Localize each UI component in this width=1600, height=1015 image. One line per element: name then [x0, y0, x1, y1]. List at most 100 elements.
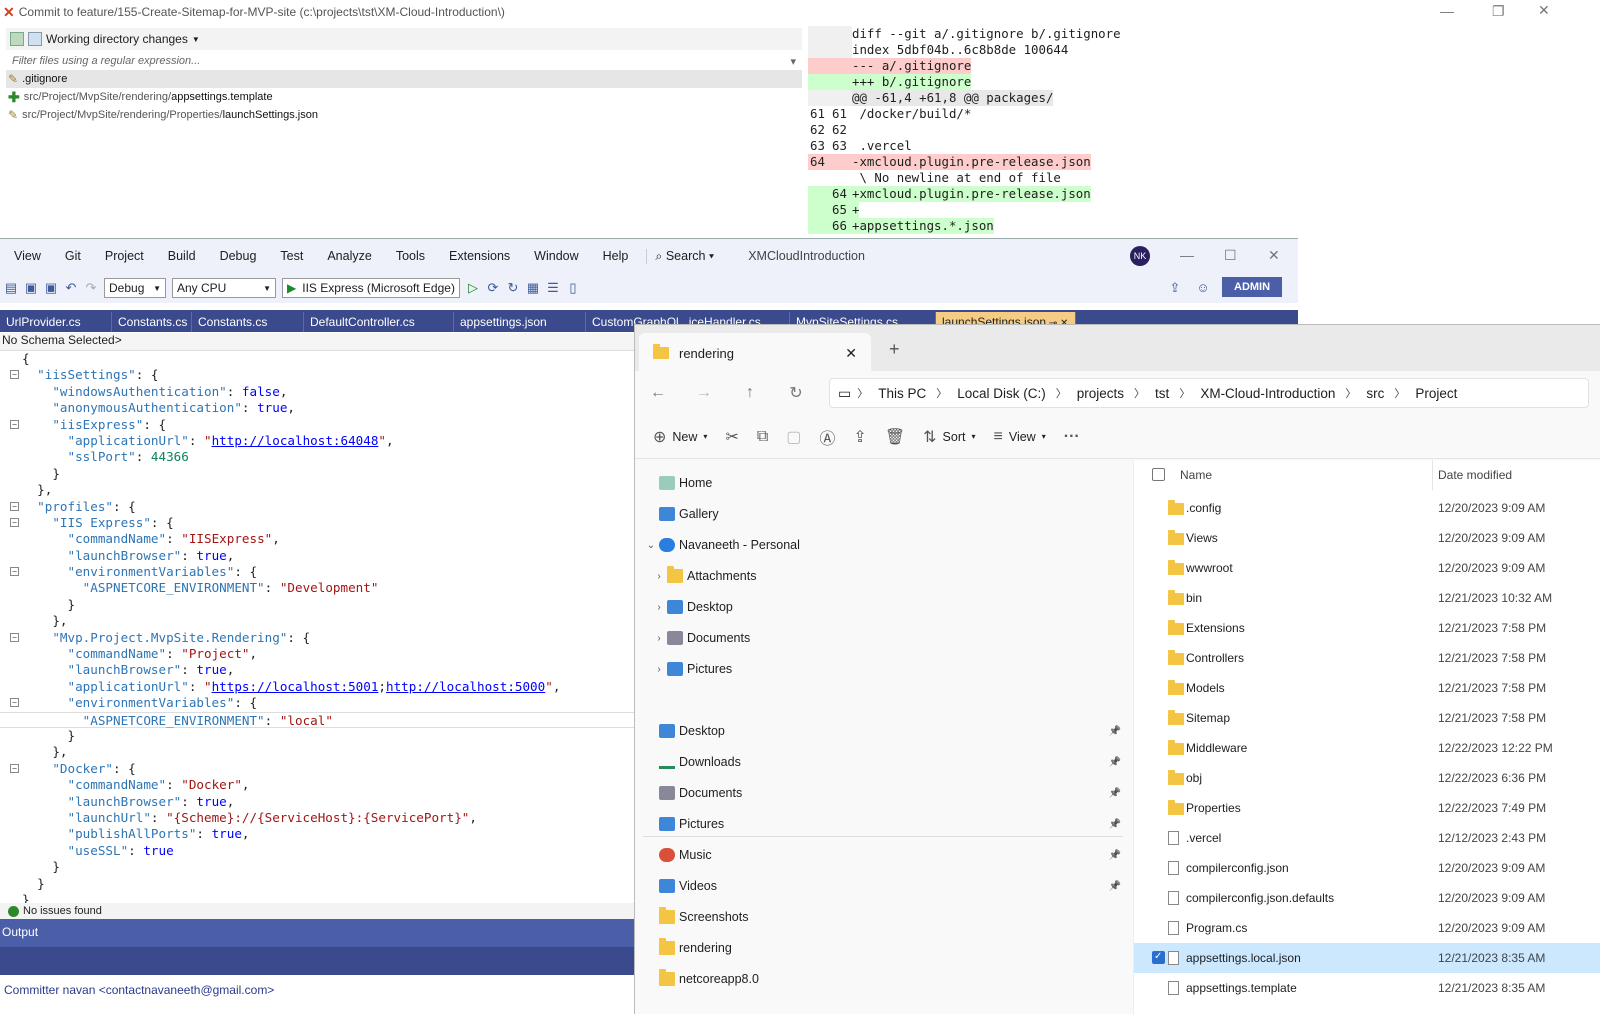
vs-minimize-icon[interactable]: — — [1180, 247, 1194, 263]
feedback-icon[interactable]: ☺ — [1196, 281, 1210, 295]
minimize-icon[interactable]: — — [1440, 3, 1454, 19]
expand-icon[interactable]: › — [651, 633, 667, 644]
menu-item-window[interactable]: Window — [520, 249, 588, 263]
undo-icon[interactable]: ↶ — [64, 281, 78, 295]
changed-file-row[interactable]: ✚ src/Project/MvpSite/rendering/appsettin… — [6, 88, 802, 106]
vs-maximize-icon[interactable]: ☐ — [1224, 247, 1237, 264]
paste-icon[interactable]: ▢ — [786, 427, 801, 447]
nav-item-documents[interactable]: › Documents — [635, 623, 1125, 653]
file-row[interactable]: appsettings.template 12/21/2023 8:35 AM — [1134, 973, 1600, 1003]
diff-viewer[interactable]: diff --git a/.gitignore b/.gitignore inde… — [808, 26, 1600, 246]
code-editor[interactable]: { "iisSettings": {− "windowsAuthenticati… — [0, 351, 640, 907]
forward-icon[interactable]: → — [681, 384, 727, 402]
more-icon[interactable]: ··· — [1064, 428, 1080, 446]
breadcrumb-item[interactable]: Local Disk (C:) — [947, 386, 1056, 401]
expand-icon[interactable]: › — [651, 571, 667, 582]
redo-icon[interactable]: ↷ — [84, 281, 98, 295]
avatar[interactable]: NK — [1130, 246, 1150, 266]
quick-access-videos[interactable]: Videos 📌 — [635, 871, 1125, 901]
file-row[interactable]: Program.cs 12/20/2023 9:09 AM — [1134, 913, 1600, 943]
new-button[interactable]: ⊕ New ▾ — [653, 427, 707, 447]
new-tab-icon[interactable]: + — [889, 339, 900, 360]
tab-constants-cs[interactable]: Constants.cs — [112, 312, 192, 332]
bookmark-icon[interactable]: ▯ — [566, 281, 580, 295]
refresh-icon[interactable]: ↻ — [773, 383, 819, 403]
breadcrumb[interactable]: ▭ 〉 This PC 〉 Local Disk (C:) 〉 projects 〉 tst 〉… — [829, 378, 1589, 408]
pin-icon[interactable]: 📌 — [1109, 726, 1121, 737]
quick-access-screenshots[interactable]: Screenshots — [635, 902, 1125, 932]
expand-icon[interactable]: ⌄ — [643, 540, 659, 551]
share-icon[interactable]: ⇪ — [853, 427, 866, 447]
breadcrumb-item[interactable]: projects — [1067, 386, 1134, 401]
filter-files-input[interactable]: Filter files using a regular expression.… — [6, 52, 802, 70]
collapse-icon[interactable]: − — [10, 567, 19, 577]
nav-item-gallery[interactable]: Gallery — [635, 499, 1125, 529]
file-row[interactable]: Properties 12/22/2023 7:49 PM — [1134, 793, 1600, 823]
save-all-icon[interactable]: ▣ — [44, 281, 58, 295]
menu-item-help[interactable]: Help — [589, 249, 639, 263]
start-without-debugging-icon[interactable]: ▷ — [466, 281, 480, 295]
expand-icon[interactable]: › — [651, 602, 667, 613]
collapse-icon[interactable]: − — [10, 698, 19, 708]
breadcrumb-item[interactable]: src — [1356, 386, 1394, 401]
file-row[interactable]: ✓ appsettings.local.json 12/21/2023 8:35 A… — [1134, 943, 1600, 973]
output-panel-header[interactable]: Output — [0, 919, 640, 947]
collapse-icon[interactable]: − — [10, 370, 19, 380]
configuration-select[interactable]: Debug ▼ — [104, 278, 166, 298]
working-changes-dropdown[interactable]: Working directory changes — [46, 32, 188, 46]
explorer-tab[interactable]: rendering ✕ — [639, 333, 871, 373]
nav-item-pictures[interactable]: › Pictures — [635, 654, 1125, 684]
file-row[interactable]: wwwroot 12/20/2023 9:09 AM — [1134, 553, 1600, 583]
file-row[interactable]: .vercel 12/12/2023 2:43 PM — [1134, 823, 1600, 853]
changed-file-row[interactable]: ✎ .gitignore — [6, 70, 802, 88]
collapse-icon[interactable]: − — [10, 632, 19, 642]
file-row[interactable]: bin 12/21/2023 10:32 AM — [1134, 583, 1600, 613]
tab-urlprovider-cs[interactable]: UrlProvider.cs — [0, 312, 112, 332]
file-row[interactable]: compilerconfig.json.defaults 12/20/2023 9… — [1134, 883, 1600, 913]
pin-icon[interactable]: 📌 — [1109, 757, 1121, 768]
file-row[interactable]: Views 12/20/2023 9:09 AM — [1134, 523, 1600, 553]
close-tab-icon[interactable]: ✕ — [845, 345, 857, 362]
delete-icon[interactable]: 🗑 — [885, 427, 905, 447]
collapse-icon[interactable]: − — [10, 517, 19, 527]
share-icon[interactable]: ⇪ — [1168, 281, 1182, 295]
breadcrumb-item[interactable]: XM-Cloud-Introduction — [1190, 386, 1345, 401]
select-all-checkbox[interactable] — [1152, 468, 1165, 481]
pin-icon[interactable]: 📌 — [1109, 850, 1121, 861]
quick-access-netcoreapp8-0[interactable]: netcoreapp8.0 — [635, 964, 1125, 994]
expand-icon[interactable]: › — [651, 664, 667, 675]
menu-item-test[interactable]: Test — [266, 249, 313, 263]
restore-icon[interactable]: ❐ — [1492, 3, 1505, 20]
quick-access-pictures[interactable]: Pictures 📌 — [635, 809, 1125, 839]
view-button[interactable]: ≡ View ▾ — [994, 428, 1046, 446]
search-box[interactable]: ⌕ Search ▾ — [646, 248, 724, 264]
file-row[interactable]: .config 12/20/2023 9:09 AM — [1134, 493, 1600, 523]
file-row[interactable]: Models 12/21/2023 7:58 PM — [1134, 673, 1600, 703]
tab-defaultcontroller-cs[interactable]: DefaultController.cs — [304, 312, 454, 332]
file-row[interactable]: obj 12/22/2023 6:36 PM — [1134, 763, 1600, 793]
pin-icon[interactable]: 📌 — [1109, 788, 1121, 799]
sort-button[interactable]: ⇅ Sort ▾ — [923, 427, 975, 447]
toolbox-icon[interactable]: ▦ — [526, 281, 540, 295]
menu-item-analyze[interactable]: Analyze — [313, 249, 381, 263]
hot-reload-icon[interactable]: ⟳ — [486, 281, 500, 295]
menu-item-build[interactable]: Build — [154, 249, 206, 263]
schema-selector[interactable]: No Schema Selected> — [0, 333, 640, 351]
back-icon[interactable]: ← — [635, 384, 681, 402]
quick-access-downloads[interactable]: Downloads 📌 — [635, 747, 1125, 777]
menu-item-git[interactable]: Git — [51, 249, 91, 263]
menu-item-extensions[interactable]: Extensions — [435, 249, 520, 263]
breadcrumb-item[interactable]: tst — [1145, 386, 1179, 401]
quick-access-rendering[interactable]: rendering — [635, 933, 1125, 963]
file-row[interactable]: Sitemap 12/21/2023 7:58 PM — [1134, 703, 1600, 733]
rename-icon[interactable]: Ⓐ — [819, 425, 835, 449]
tab-appsettings-json[interactable]: appsettings.json — [454, 312, 586, 332]
platform-select[interactable]: Any CPU ▼ — [172, 278, 276, 298]
row-checkbox[interactable]: ✓ — [1152, 951, 1165, 964]
filter-dropdown-icon[interactable]: ▾ — [790, 55, 796, 68]
close-icon[interactable]: ✕ — [1538, 2, 1550, 19]
breadcrumb-item[interactable]: This PC — [868, 386, 936, 401]
name-column-header[interactable]: Name — [1180, 468, 1212, 482]
changed-file-row[interactable]: ✎ src/Project/MvpSite/rendering/Propertie… — [6, 106, 802, 124]
save-icon[interactable]: ▣ — [24, 281, 38, 295]
